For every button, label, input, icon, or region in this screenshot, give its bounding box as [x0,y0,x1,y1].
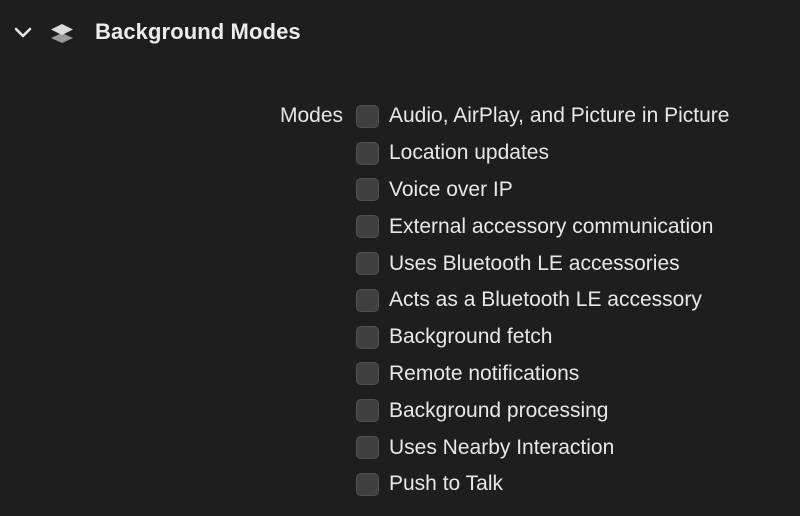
mode-item-background-fetch[interactable]: Background fetch [356,319,796,356]
checkbox[interactable] [356,178,379,202]
mode-item-nearby-interaction[interactable]: Uses Nearby Interaction [356,429,796,466]
mode-label: Location updates [389,141,549,165]
checkbox[interactable] [356,252,379,276]
mode-item-location-updates[interactable]: Location updates [356,135,796,172]
mode-label: Audio, AirPlay, and Picture in Picture [389,104,730,128]
modes-list: Audio, AirPlay, and Picture in Picture L… [356,98,796,503]
mode-label: Acts as a Bluetooth LE accessory [389,288,702,312]
checkbox[interactable] [356,104,379,128]
checkbox[interactable] [356,436,379,460]
mode-label: Uses Nearby Interaction [389,435,615,459]
mode-label: Voice over IP [389,177,513,201]
checkbox[interactable] [356,215,379,239]
mode-item-voice-over-ip[interactable]: Voice over IP [356,172,796,209]
modes-label: Modes [279,104,343,127]
section-title: Background Modes [95,19,301,44]
mode-item-push-to-talk[interactable]: Push to Talk [356,466,796,503]
layers-icon [48,20,76,48]
checkbox[interactable] [356,472,379,496]
mode-label: Background processing [389,398,609,422]
section-header: Background Modes [0,0,800,68]
checkbox[interactable] [356,141,379,165]
checkbox[interactable] [356,399,379,423]
mode-item-audio-airplay-pip[interactable]: Audio, AirPlay, and Picture in Picture [356,98,796,135]
checkbox[interactable] [356,362,379,386]
mode-item-background-processing[interactable]: Background processing [356,392,796,429]
checkbox[interactable] [356,288,379,312]
mode-item-bluetooth-le-accessory[interactable]: Acts as a Bluetooth LE accessory [356,282,796,319]
mode-item-remote-notifications[interactable]: Remote notifications [356,356,796,393]
mode-label: Background fetch [389,325,553,349]
mode-label: Remote notifications [389,361,580,385]
mode-label: Uses Bluetooth LE accessories [389,251,680,275]
mode-item-bluetooth-le-accessories[interactable]: Uses Bluetooth LE accessories [356,245,796,282]
mode-label: Push to Talk [389,472,504,496]
mode-item-external-accessory[interactable]: External accessory communication [356,208,796,245]
chevron-down-icon[interactable] [12,22,34,44]
checkbox[interactable] [356,325,379,349]
mode-label: External accessory communication [389,214,714,238]
